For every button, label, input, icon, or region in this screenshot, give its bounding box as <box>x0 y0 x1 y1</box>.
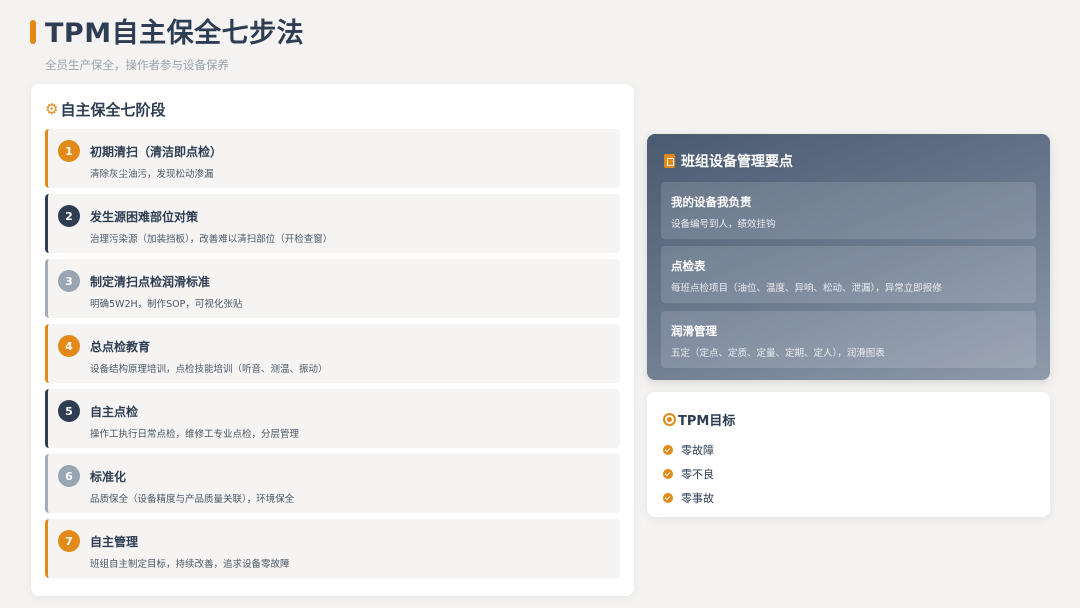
goal-label: 零故障 <box>681 444 714 457</box>
step-number-badge: 6 <box>58 465 80 487</box>
stages-title: 自主保全七阶段 <box>60 100 166 119</box>
goals-header: TPM目标 <box>663 410 735 429</box>
step-item: 5 自主点检 操作工执行日常点检，维修工专业点检，分层管理 <box>45 389 620 448</box>
step-number-badge: 7 <box>58 530 80 552</box>
goal-item: 零故障 <box>663 438 714 462</box>
step-item: 7 自主管理 班组自主制定目标，持续改善，追求设备零故障 <box>45 519 620 578</box>
management-item-desc: 设备编号到人，绩效挂钩 <box>671 219 776 230</box>
goal-item: 零不良 <box>663 462 714 486</box>
steps-list: 1 初期清扫（清洁即点检） 清除灰尘油污，发现松动渗漏 2 发生源困难部位对策 … <box>45 129 620 584</box>
stages-card: ⚙ 自主保全七阶段 1 初期清扫（清洁即点检） 清除灰尘油污，发现松动渗漏 2 … <box>31 84 634 596</box>
target-icon <box>663 413 676 426</box>
check-circle-icon <box>663 445 673 455</box>
step-title: 制定清扫点检润滑标准 <box>90 275 211 289</box>
management-header: 班组设备管理要点 <box>664 151 793 171</box>
step-desc: 治理污染源（加装挡板），改善难以清扫部位（开检查窗） <box>90 234 333 245</box>
management-item-title: 我的设备我负责 <box>671 195 752 209</box>
step-title: 标准化 <box>90 470 127 484</box>
step-title: 自主管理 <box>90 535 139 549</box>
goals-card: TPM目标 零故障 零不良 零事故 <box>647 392 1050 517</box>
management-item: 润滑管理 五定（定点、定质、定量、定期、定人），润滑图表 <box>661 311 1036 368</box>
step-number-badge: 5 <box>58 400 80 422</box>
step-title: 初期清扫（清洁即点检） <box>90 145 223 159</box>
step-item: 1 初期清扫（清洁即点检） 清除灰尘油污，发现松动渗漏 <box>45 129 620 188</box>
gears-icon: ⚙ <box>45 99 59 118</box>
title-accent-bar <box>30 20 36 44</box>
step-item: 3 制定清扫点检润滑标准 明确5W2H，制作SOP，可视化张贴 <box>45 259 620 318</box>
management-title: 班组设备管理要点 <box>681 154 793 170</box>
step-item: 2 发生源困难部位对策 治理污染源（加装挡板），改善难以清扫部位（开检查窗） <box>45 194 620 253</box>
step-desc: 明确5W2H，制作SOP，可视化张贴 <box>90 299 243 310</box>
page-subtitle: 全员生产保全，操作者参与设备保养 <box>45 58 229 72</box>
step-desc: 班组自主制定目标，持续改善，追求设备零故障 <box>90 559 290 570</box>
management-item-title: 润滑管理 <box>671 324 717 338</box>
step-title: 发生源困难部位对策 <box>90 210 199 224</box>
page-title: TPM自主保全七步法 <box>45 18 305 49</box>
management-item-title: 点检表 <box>671 259 706 273</box>
goals-title: TPM目标 <box>678 414 736 429</box>
stages-header: ⚙ 自主保全七阶段 <box>45 98 165 120</box>
step-title: 自主点检 <box>90 405 139 419</box>
management-item: 我的设备我负责 设备编号到人，绩效挂钩 <box>661 182 1036 239</box>
step-title: 总点检教育 <box>90 340 151 354</box>
step-number-badge: 1 <box>58 140 80 162</box>
step-desc: 品质保全（设备精度与产品质量关联），环境保全 <box>90 494 295 505</box>
goal-item: 零事故 <box>663 486 714 510</box>
step-number-badge: 3 <box>58 270 80 292</box>
management-item: 点检表 每班点检项目（油位、温度、异响、松动、泄漏），异常立即报修 <box>661 246 1036 303</box>
step-desc: 设备结构原理培训，点检技能培训（听音、测温、振动） <box>90 364 328 375</box>
clipboard-icon <box>664 154 675 168</box>
management-item-desc: 每班点检项目（油位、温度、异响、松动、泄漏），异常立即报修 <box>671 283 942 294</box>
step-desc: 操作工执行日常点检，维修工专业点检，分层管理 <box>90 429 300 440</box>
check-circle-icon <box>663 469 673 479</box>
goals-list: 零故障 零不良 零事故 <box>663 438 714 510</box>
goal-label: 零不良 <box>681 468 714 481</box>
step-item: 4 总点检教育 设备结构原理培训，点检技能培训（听音、测温、振动） <box>45 324 620 383</box>
step-desc: 清除灰尘油污，发现松动渗漏 <box>90 169 214 180</box>
goal-label: 零事故 <box>681 492 714 505</box>
slide: TPM自主保全七步法 全员生产保全，操作者参与设备保养 ⚙ 自主保全七阶段 1 … <box>0 0 1080 608</box>
step-number-badge: 4 <box>58 335 80 357</box>
management-card: 班组设备管理要点 我的设备我负责 设备编号到人，绩效挂钩 点检表 每班点检项目（… <box>647 134 1050 380</box>
check-circle-icon <box>663 493 673 503</box>
step-item: 6 标准化 品质保全（设备精度与产品质量关联），环境保全 <box>45 454 620 513</box>
management-item-desc: 五定（定点、定质、定量、定期、定人），润滑图表 <box>671 348 885 359</box>
step-number-badge: 2 <box>58 205 80 227</box>
